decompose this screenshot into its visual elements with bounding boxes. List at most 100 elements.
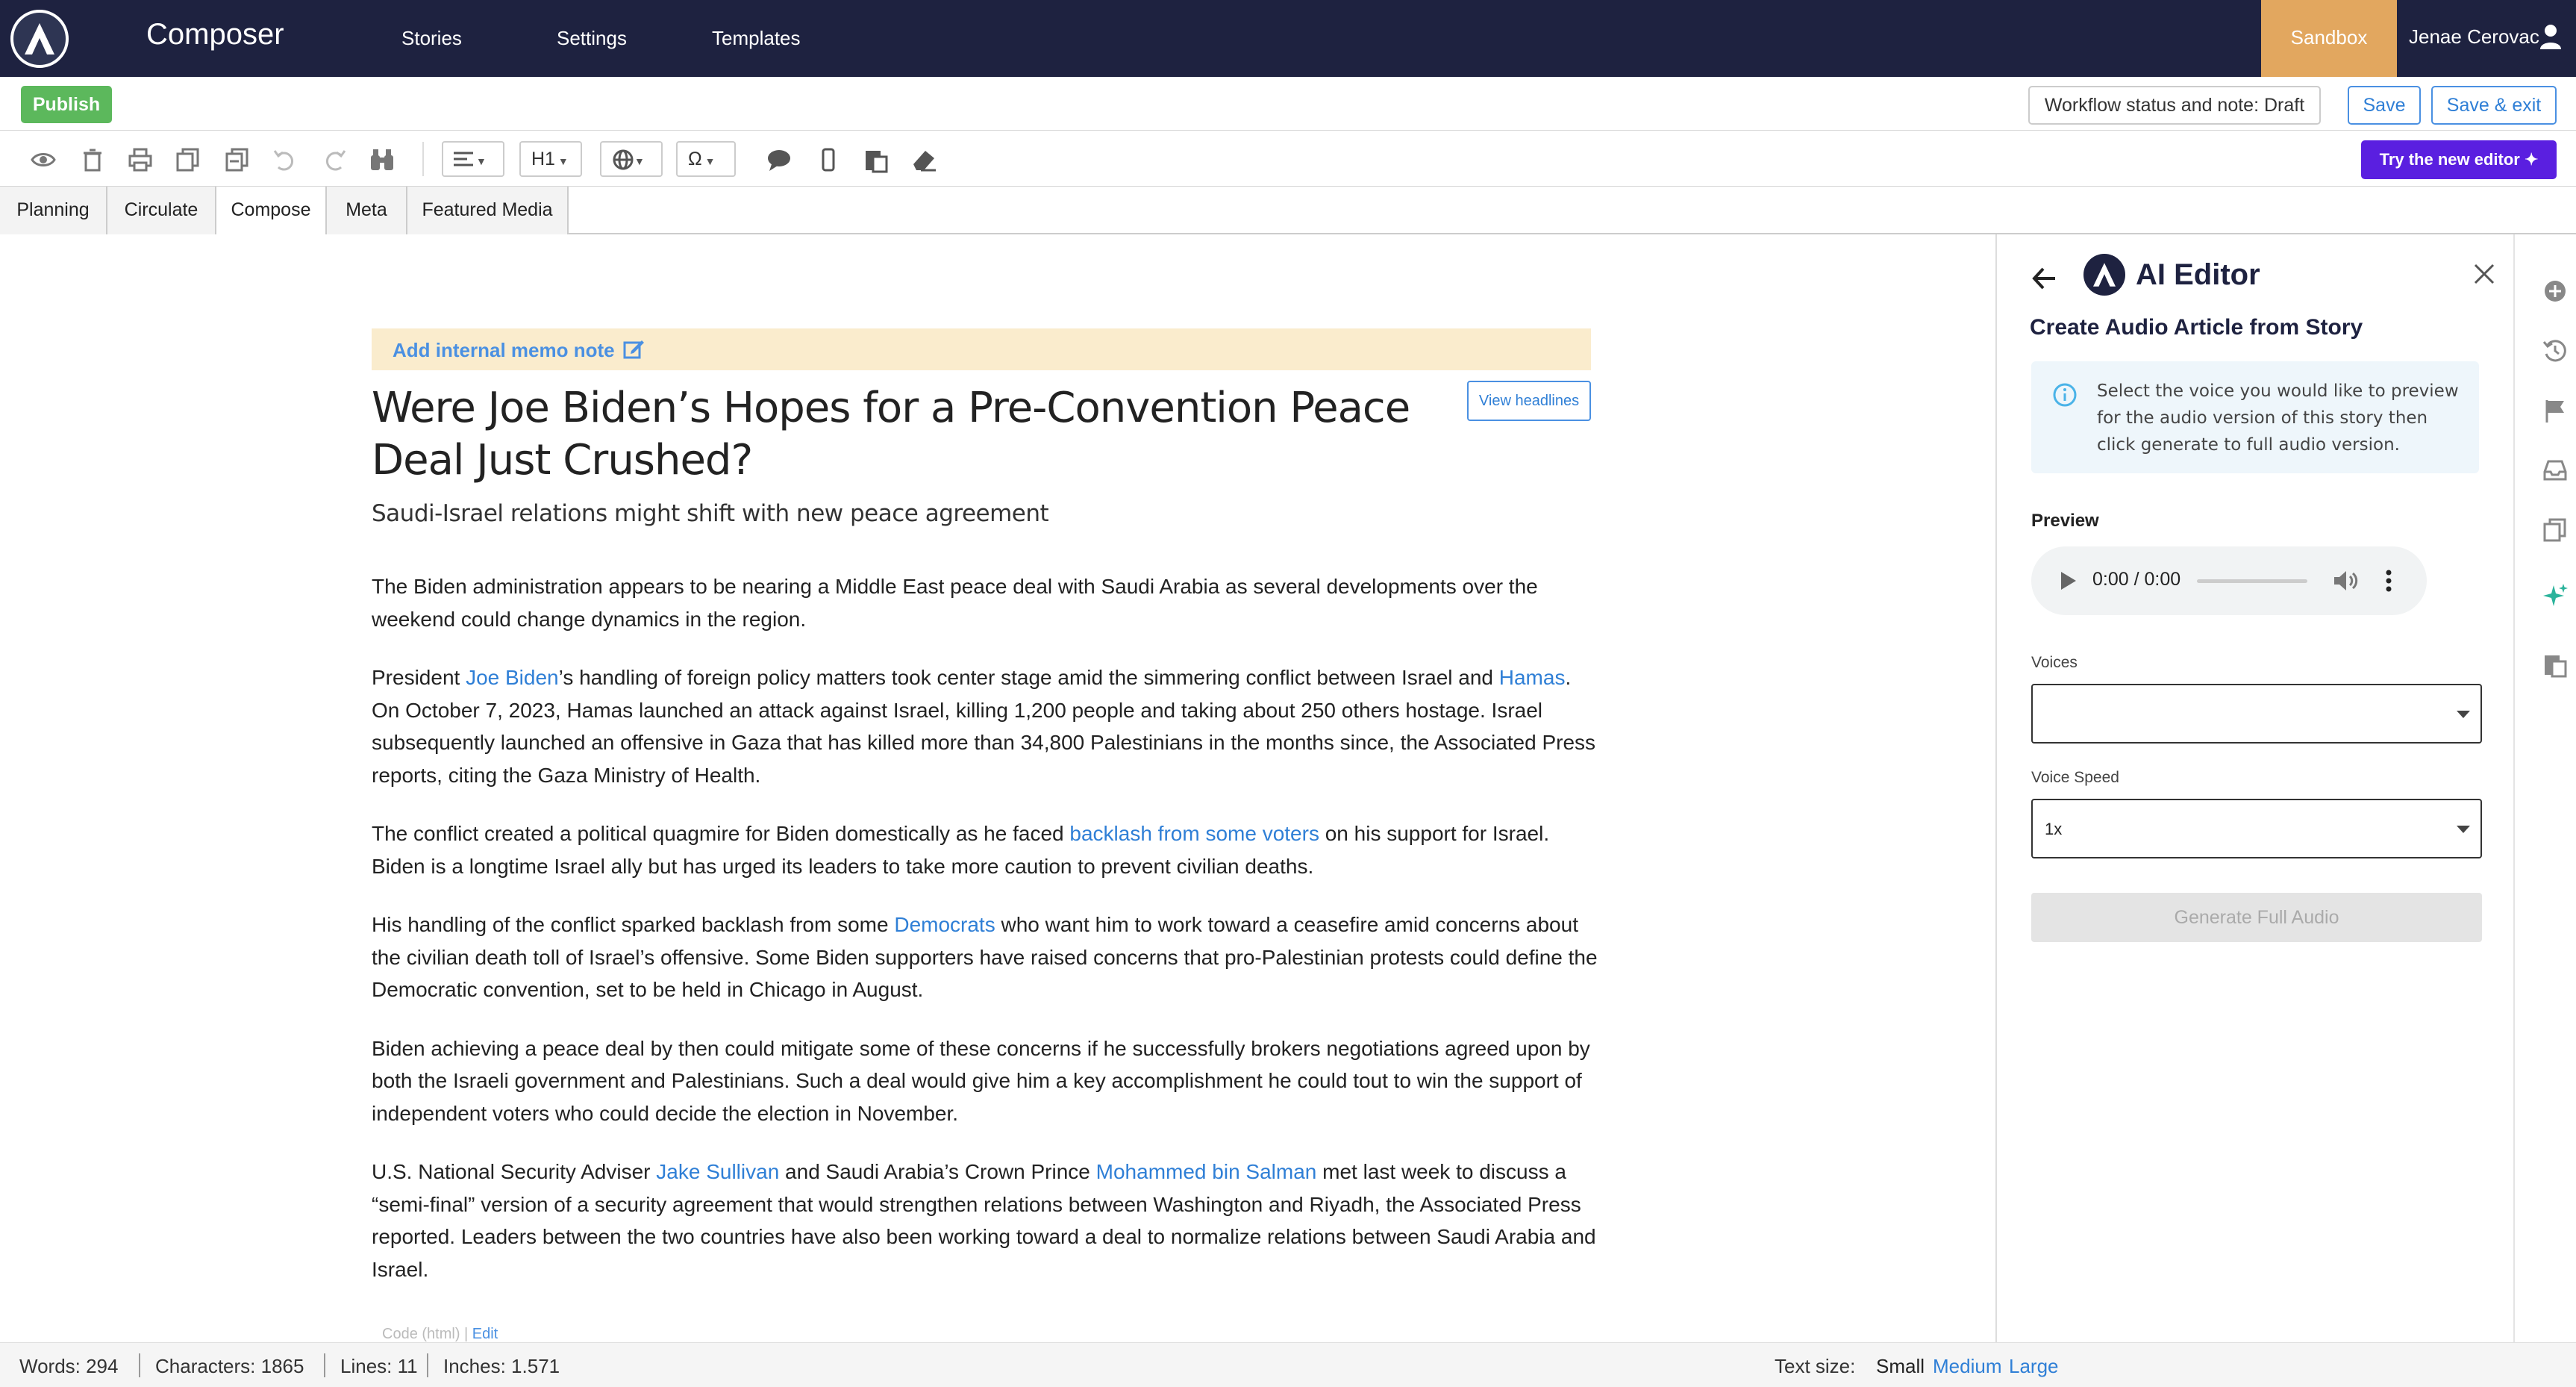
embed-dropdown[interactable]: ▼ xyxy=(600,141,663,177)
workflow-status-button[interactable]: Workflow status and note: Draft xyxy=(2028,86,2321,125)
print-icon[interactable] xyxy=(127,146,154,173)
tab-meta[interactable]: Meta xyxy=(327,187,407,234)
code-html-block: Code (html) | Edit xyxy=(382,1326,498,1342)
close-icon[interactable] xyxy=(2473,263,2495,285)
text-size-medium[interactable]: Medium xyxy=(1933,1355,2001,1378)
undo-icon[interactable] xyxy=(272,146,298,173)
top-nav: Composer Stories Settings Templates Sand… xyxy=(0,0,2576,77)
inbox-icon[interactable] xyxy=(2542,457,2569,484)
paste-icon[interactable] xyxy=(863,146,890,173)
link-mohammed-bin-salman[interactable]: Mohammed bin Salman xyxy=(1096,1160,1317,1183)
audio-time: 0:00 / 0:00 xyxy=(2092,569,2181,590)
volume-icon[interactable] xyxy=(2333,569,2358,593)
audio-seek-bar[interactable] xyxy=(2197,579,2307,583)
environment-badge: Sandbox xyxy=(2261,0,2397,77)
chevron-down-icon: ▼ xyxy=(634,155,645,167)
more-vertical-icon[interactable] xyxy=(2385,569,2392,593)
link-joe-biden[interactable]: Joe Biden xyxy=(466,666,559,689)
toolbar-separator xyxy=(422,142,424,176)
comment-icon[interactable] xyxy=(766,146,793,173)
paragraph-text: and Saudi Arabia’s Crown Prince xyxy=(779,1160,1096,1183)
tab-featured-media[interactable]: Featured Media xyxy=(407,187,569,234)
paragraph-text: ’s handling of foreign policy matters to… xyxy=(558,666,1499,689)
ai-panel-heading: Create Audio Article from Story xyxy=(2030,315,2363,340)
trash-icon[interactable] xyxy=(79,146,106,173)
save-button[interactable]: Save xyxy=(2348,86,2421,125)
eraser-icon[interactable] xyxy=(910,146,937,173)
link-hamas[interactable]: Hamas xyxy=(1499,666,1566,689)
chevron-down-icon xyxy=(2457,711,2470,718)
add-memo-note-link[interactable]: Add internal memo note xyxy=(393,339,615,362)
chevron-down-icon: ▼ xyxy=(476,155,487,167)
save-exit-button[interactable]: Save & exit xyxy=(2431,86,2557,125)
user-name[interactable]: Jenae Cerovac xyxy=(2409,25,2539,49)
nav-settings[interactable]: Settings xyxy=(557,27,627,50)
story-editor[interactable]: Add internal memo note View headlines We… xyxy=(0,234,1995,1342)
app-logo[interactable] xyxy=(10,10,69,68)
body-paragraph[interactable]: Biden achieving a peace deal by then cou… xyxy=(372,1032,1603,1130)
body-paragraph[interactable]: President Joe Biden’s handling of foreig… xyxy=(372,661,1603,791)
chevron-down-icon: ▼ xyxy=(554,155,569,167)
memo-note-bar: Add internal memo note xyxy=(372,328,1591,370)
view-headlines-button[interactable]: View headlines xyxy=(1467,381,1591,421)
logo-a-icon xyxy=(25,23,54,54)
nav-templates[interactable]: Templates xyxy=(712,27,801,50)
edit-icon[interactable] xyxy=(622,337,645,360)
mobile-preview-icon[interactable] xyxy=(815,146,842,173)
chevron-down-icon xyxy=(2457,826,2470,833)
paste-word-icon[interactable] xyxy=(224,146,251,173)
word-count: Words: 294 xyxy=(19,1355,119,1377)
publish-button[interactable]: Publish xyxy=(21,86,112,123)
article-subheadline[interactable]: Saudi-Israel relations might shift with … xyxy=(372,500,1049,527)
try-new-editor-button[interactable]: Try the new editor ✦ xyxy=(2361,140,2557,179)
paragraph-text: President xyxy=(372,666,466,689)
nav-stories[interactable]: Stories xyxy=(401,27,462,50)
link-democrats[interactable]: Democrats xyxy=(894,913,995,936)
text-size-small[interactable]: Small xyxy=(1876,1355,1925,1378)
special-character-dropdown[interactable]: Ω ▼ xyxy=(676,141,736,177)
paragraph-text: The conflict created a political quagmir… xyxy=(372,822,1070,845)
back-arrow-icon[interactable] xyxy=(2031,266,2058,291)
flag-icon[interactable] xyxy=(2542,397,2569,424)
add-circle-icon[interactable] xyxy=(2542,278,2569,305)
find-binoculars-icon[interactable] xyxy=(369,146,396,173)
tab-compose[interactable]: Compose xyxy=(216,187,327,236)
body-paragraph[interactable]: His handling of the conflict sparked bac… xyxy=(372,908,1603,1006)
article-body[interactable]: The Biden administration appears to be n… xyxy=(372,570,1603,1312)
heading-dropdown-label: H1 xyxy=(531,149,555,169)
ai-sparkle-icon[interactable] xyxy=(2542,582,2569,609)
voice-speed-value: 1x xyxy=(2045,820,2063,838)
heading-dropdown[interactable]: H1 ▼ xyxy=(519,141,582,177)
voices-select[interactable] xyxy=(2031,684,2482,744)
tab-circulate[interactable]: Circulate xyxy=(107,187,216,234)
link-jake-sullivan[interactable]: Jake Sullivan xyxy=(656,1160,779,1183)
ai-editor-panel: AI Editor Create Audio Article from Stor… xyxy=(1995,234,2513,1342)
code-edit-link[interactable]: Edit xyxy=(472,1326,498,1342)
tab-planning[interactable]: Planning xyxy=(0,187,107,234)
action-bar: Publish Workflow status and note: Draft … xyxy=(0,77,2576,131)
body-paragraph[interactable]: The conflict created a political quagmir… xyxy=(372,817,1603,882)
voice-speed-select[interactable]: 1x xyxy=(2031,799,2482,858)
duplicate-icon[interactable] xyxy=(2542,517,2569,543)
align-dropdown[interactable]: ▼ xyxy=(442,141,504,177)
body-paragraph[interactable]: U.S. National Security Adviser Jake Sull… xyxy=(372,1156,1603,1285)
voice-speed-label: Voice Speed xyxy=(2031,769,2119,786)
user-icon[interactable] xyxy=(2539,22,2563,51)
redo-icon[interactable] xyxy=(321,146,348,173)
clipboard-icon[interactable] xyxy=(2542,651,2569,678)
text-size-large[interactable]: Large xyxy=(2009,1355,2059,1378)
omega-icon: Ω xyxy=(688,149,702,169)
copy-icon[interactable] xyxy=(175,146,201,173)
text-size-label: Text size: xyxy=(1775,1355,1856,1377)
link-backlash[interactable]: backlash from some voters xyxy=(1069,822,1319,845)
article-headline[interactable]: Were Joe Biden’s Hopes for a Pre-Convent… xyxy=(372,382,1431,487)
audio-player: 0:00 / 0:00 xyxy=(2031,546,2427,615)
generate-full-audio-button[interactable]: Generate Full Audio xyxy=(2031,893,2482,942)
play-icon[interactable] xyxy=(2058,570,2078,591)
line-count: Lines: 11 xyxy=(340,1355,418,1377)
preview-eye-icon[interactable] xyxy=(30,146,57,173)
align-left-icon xyxy=(454,152,473,166)
body-paragraph[interactable]: The Biden administration appears to be n… xyxy=(372,570,1603,635)
history-icon[interactable] xyxy=(2542,337,2569,364)
story-tabs: Planning Circulate Compose Meta Featured… xyxy=(0,187,2576,236)
